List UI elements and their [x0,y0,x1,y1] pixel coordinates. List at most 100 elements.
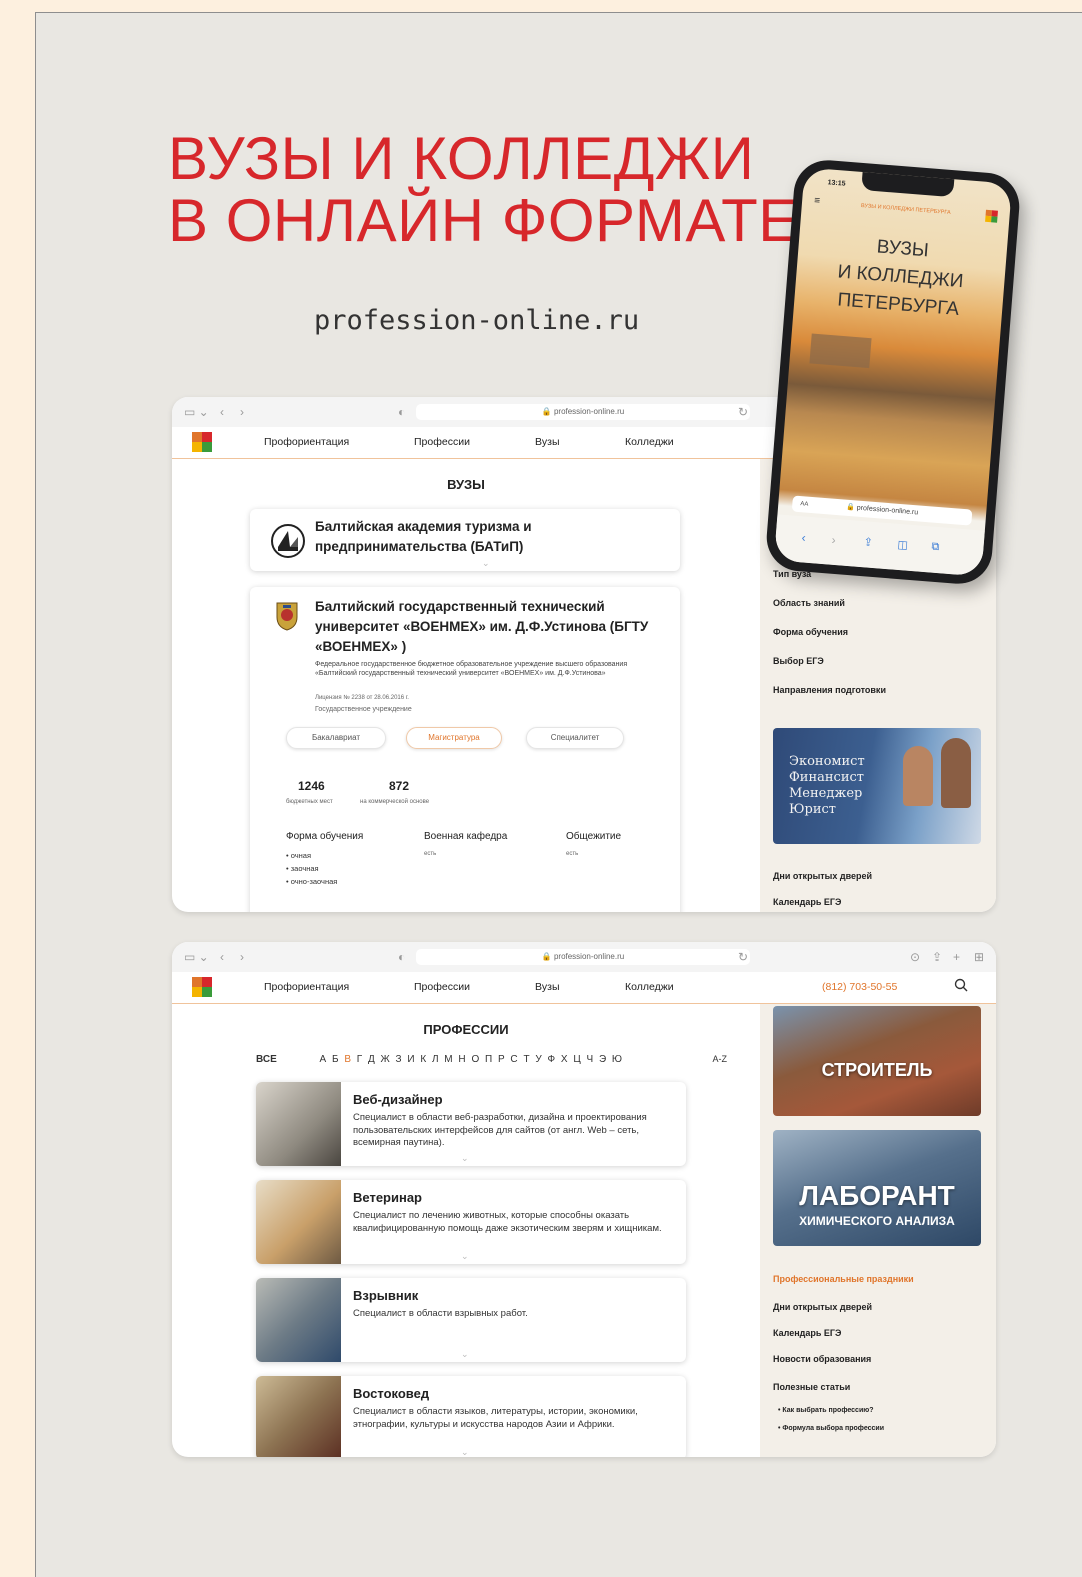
address-bar[interactable]: 🔒 profession-online.ru [416,404,750,420]
tab-specialist[interactable]: Специалитет [526,727,624,749]
sidebar-subitem[interactable]: • Как выбрать профессию? [778,1407,874,1414]
promo-banner-builder[interactable]: СТРОИТЕЛЬ [773,1006,981,1116]
sidebar-toggle-icon[interactable]: ▭ ⌄ [184,405,209,419]
filter-letter[interactable]: О [471,1054,479,1065]
filter-letter[interactable]: П [485,1054,492,1065]
profession-card-veterinarian[interactable]: Ветеринар Специалист по лечению животных… [256,1180,686,1264]
forward-icon[interactable]: › [240,950,244,964]
university-card-batip[interactable]: Балтийская академия туризма и предприним… [250,509,680,571]
university-full-name: Федеральное государственное бюджетное об… [315,661,628,677]
filter-letter[interactable]: Ц [573,1054,580,1065]
reload-icon[interactable]: ↻ [738,950,748,964]
filter-letter[interactable]: У [535,1054,541,1065]
promo-banner-lab-assistant[interactable]: ЛАБОРАНТ ХИМИЧЕСКОГО АНАЛИЗА [773,1130,981,1246]
expand-chevron-icon[interactable]: ⌄ [461,1153,469,1164]
filter-letter[interactable]: Г [357,1054,362,1065]
sidebar-item-ege-calendar[interactable]: Календарь ЕГЭ [773,897,841,907]
nav-colleges[interactable]: Колледжи [625,981,674,993]
profession-card-blaster[interactable]: Взрывник Специалист в области взрывных р… [256,1278,686,1362]
sidebar-item-open-days[interactable]: Дни открытых дверей [773,871,872,881]
filter-letter[interactable]: Н [458,1054,465,1065]
filter-letter[interactable]: Ю [612,1054,622,1065]
search-icon[interactable] [954,978,968,992]
filter-letter[interactable]: Б [332,1054,339,1065]
filter-letter-active[interactable]: В [344,1054,351,1065]
expand-chevron-icon[interactable]: ⌄ [482,558,490,569]
phone-number-link[interactable]: (812) 703-50-55 [822,981,897,993]
filter-letter[interactable]: Э [599,1054,606,1065]
nav-career-guidance[interactable]: Профориентация [264,436,349,448]
filter-all[interactable]: ВСЕ [256,1054,277,1065]
tab-master[interactable]: Магистратура [406,727,502,749]
filter-letter[interactable]: К [420,1054,426,1065]
sidebar-subitem[interactable]: • Формула выбора профессии [778,1425,884,1432]
sort-az-toggle[interactable]: A-Z [713,1054,728,1064]
profession-photo [256,1082,341,1166]
nav-professions[interactable]: Профессии [414,436,470,448]
filter-letter[interactable]: Ж [381,1054,390,1065]
filter-letter[interactable]: И [407,1054,414,1065]
forward-icon[interactable]: › [831,533,836,547]
sidebar-item-education-news[interactable]: Новости образования [773,1354,871,1364]
nav-colleges[interactable]: Колледжи [625,436,674,448]
nav-universities[interactable]: Вузы [535,981,560,993]
sidebar-item-knowledge-area[interactable]: Область знаний [773,598,845,608]
site-logo[interactable] [192,977,212,997]
privacy-shield-icon[interactable]: ◐ [398,950,405,964]
filter-letter[interactable]: Ф [547,1054,555,1065]
address-bar[interactable]: 🔒 profession-online.ru [416,949,750,965]
new-tab-icon[interactable]: + [953,950,960,964]
study-form-list: • очная • заочная • очно-заочная [286,849,337,888]
banner-line: Юрист [789,802,836,817]
promo-banner-economist[interactable]: Экономист Финансист Менеджер Юрист [773,728,981,844]
tab-overview-icon[interactable]: ⊞ [974,950,984,964]
text-size-button[interactable]: AA [800,496,809,513]
tabs-icon[interactable]: ⧉ [931,541,940,555]
sidebar-toggle-icon[interactable]: ▭ ⌄ [184,950,209,964]
filter-letter[interactable]: З [396,1054,402,1065]
expand-chevron-icon[interactable]: ⌄ [461,1349,469,1360]
filter-letter[interactable]: Т [523,1054,529,1065]
sidebar-item-ege-calendar[interactable]: Календарь ЕГЭ [773,1328,841,1338]
sidebar-item-useful-articles[interactable]: Полезные статьи [773,1382,850,1392]
sidebar-item-open-days[interactable]: Дни открытых дверей [773,1302,872,1312]
download-icon[interactable]: ⊙ [910,950,920,964]
sidebar-item-ege-choice[interactable]: Выбор ЕГЭ [773,656,824,666]
filter-letter[interactable]: Д [368,1054,375,1065]
back-icon[interactable]: ‹ [801,530,806,544]
filter-letter[interactable]: С [510,1054,517,1065]
back-icon[interactable]: ‹ [220,950,224,964]
profession-card-orientalist[interactable]: Востоковед Специалист в области языков, … [256,1376,686,1457]
share-icon[interactable]: ⇪ [932,950,942,964]
people-illustration [903,746,933,806]
nav-career-guidance[interactable]: Профориентация [264,981,349,993]
filter-letter[interactable]: Ч [587,1054,594,1065]
tab-bachelor[interactable]: Бакалавриат [286,727,386,749]
privacy-shield-icon[interactable]: ◐ [398,405,405,419]
sidebar-item-directions[interactable]: Направления подготовки [773,685,886,695]
license-text: Лицензия № 2238 от 28.06.2016 г. [315,695,409,701]
menu-icon[interactable]: ≡ [814,195,821,206]
filter-letter[interactable]: А [320,1054,327,1065]
bookmarks-icon[interactable]: ◫ [897,538,908,552]
filter-letter[interactable]: Р [498,1054,505,1065]
profession-card-web-designer[interactable]: Веб-дизайнер Специалист в области веб-ра… [256,1082,686,1166]
filter-letter[interactable]: М [444,1054,452,1065]
filter-letter[interactable]: Л [432,1054,439,1065]
sidebar-item-professional-holidays[interactable]: Профессиональные праздники [773,1274,914,1284]
share-icon[interactable]: ⇪ [863,535,873,549]
back-icon[interactable]: ‹ [220,405,224,419]
expand-chevron-icon[interactable]: ⌄ [461,1251,469,1262]
profession-description: Специалист в области веб-разработки, диз… [353,1112,647,1148]
voenmeh-emblem-icon [276,602,298,631]
filter-letter[interactable]: Х [561,1054,568,1065]
site-logo[interactable] [192,432,212,452]
nav-universities[interactable]: Вузы [535,436,560,448]
phone-logo[interactable] [985,209,998,223]
sidebar-item-study-form[interactable]: Форма обучения [773,627,848,637]
expand-chevron-icon[interactable]: ⌄ [461,1447,469,1457]
reload-icon[interactable]: ↻ [738,405,748,419]
dorm-value: есть [566,851,579,857]
forward-icon[interactable]: › [240,405,244,419]
nav-professions[interactable]: Профессии [414,981,470,993]
